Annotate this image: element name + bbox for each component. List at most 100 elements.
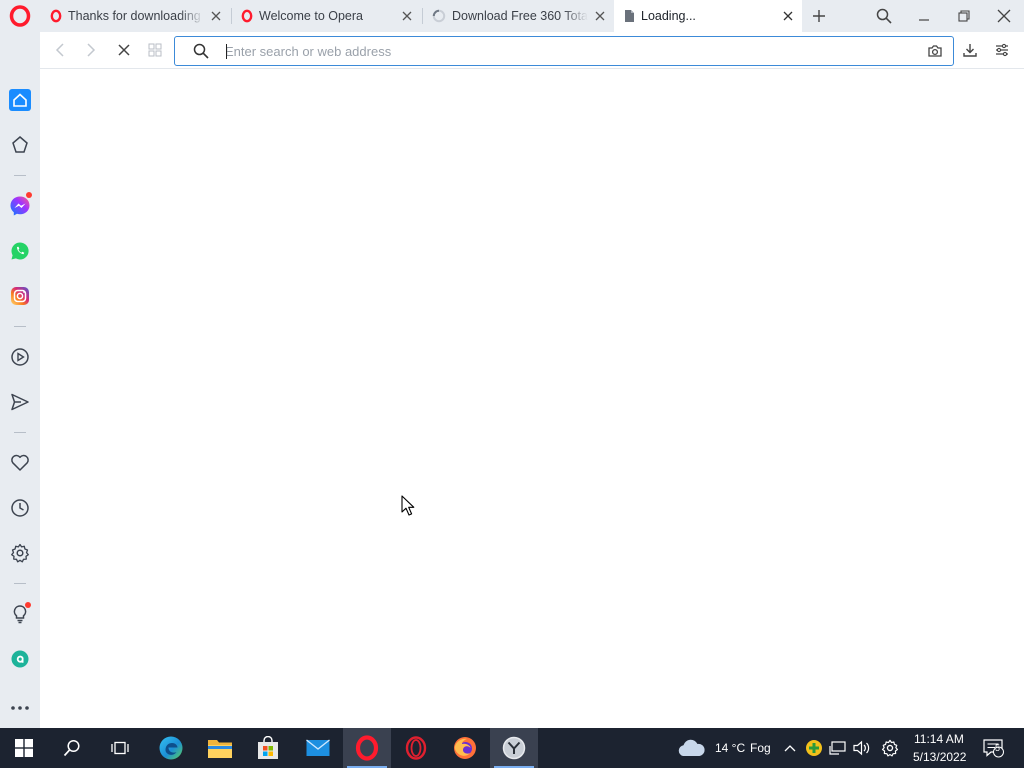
aria-icon[interactable] xyxy=(6,645,34,673)
close-icon xyxy=(997,9,1011,23)
tips-icon[interactable] xyxy=(6,600,34,628)
taskbar-clock-app[interactable] xyxy=(490,728,538,768)
sidebar xyxy=(0,32,40,728)
close-tab-icon[interactable] xyxy=(395,4,419,28)
download-icon xyxy=(963,44,977,57)
player-icon[interactable] xyxy=(6,343,34,371)
opera-logo-icon xyxy=(355,735,379,761)
more-icon[interactable] xyxy=(6,694,34,722)
clock-date[interactable]: 5/13/2022 xyxy=(913,750,966,764)
opera-menu-button[interactable] xyxy=(4,4,36,28)
text-caret xyxy=(226,44,227,59)
minimize-button[interactable] xyxy=(904,0,944,32)
home-icon[interactable] xyxy=(6,86,34,114)
tab-thanks-for-downloading[interactable]: Thanks for downloading Opera xyxy=(40,0,230,32)
tab-title: Loading... xyxy=(641,9,696,23)
opera-logo-icon xyxy=(405,736,427,760)
browser-toolbar xyxy=(40,32,1024,69)
tab-welcome-to-opera[interactable]: Welcome to Opera xyxy=(231,0,421,32)
search-icon xyxy=(193,43,209,64)
security-shield-tray-icon[interactable] xyxy=(804,738,824,758)
new-tab-button[interactable] xyxy=(799,0,839,32)
task-view-icon xyxy=(111,741,129,755)
taskbar-firefox[interactable] xyxy=(441,728,489,768)
opera-logo-icon xyxy=(50,9,62,23)
opera-logo-icon xyxy=(241,9,253,23)
stop-icon xyxy=(118,44,130,56)
mouse-pointer-icon xyxy=(401,495,415,522)
back-arrow-icon xyxy=(55,43,64,57)
forward-button[interactable] xyxy=(77,36,105,64)
settings-gear-tray-icon[interactable] xyxy=(880,738,900,758)
easy-setup-icon xyxy=(996,43,1008,57)
instagram-icon[interactable] xyxy=(6,282,34,310)
close-tab-icon[interactable] xyxy=(588,4,612,28)
taskbar-search-button[interactable] xyxy=(48,728,96,768)
clock-time[interactable]: 11:14 AM xyxy=(914,732,964,746)
forward-arrow-icon xyxy=(87,43,96,57)
sidebar-separator xyxy=(14,326,26,327)
address-bar[interactable] xyxy=(174,36,954,66)
easy-setup-button[interactable] xyxy=(988,36,1016,64)
windows-logo-icon xyxy=(15,739,33,757)
task-view-button[interactable] xyxy=(96,728,144,768)
weather-temperature[interactable]: 14 °C xyxy=(715,741,745,755)
restore-button[interactable] xyxy=(944,0,984,32)
volume-icon[interactable] xyxy=(852,738,872,758)
history-icon[interactable] xyxy=(6,494,34,522)
weather-condition[interactable]: Fog xyxy=(750,741,771,755)
taskbar-file-explorer[interactable] xyxy=(196,728,244,768)
edge-icon xyxy=(159,736,183,760)
stop-loading-button[interactable] xyxy=(110,36,138,64)
taskbar-opera-installer[interactable] xyxy=(392,728,440,768)
downloads-button[interactable] xyxy=(956,36,984,64)
loading-spinner-icon xyxy=(432,9,446,23)
windows-taskbar: 14 °C Fog 11:14 AM 5/13/2022 5 xyxy=(0,728,1024,768)
settings-icon[interactable] xyxy=(6,539,34,567)
tab-snapshot-button[interactable] xyxy=(141,36,169,64)
tab-strip: Thanks for downloading Opera Welcome to … xyxy=(0,0,1024,32)
tab-title: Welcome to Opera xyxy=(259,9,363,23)
address-input[interactable] xyxy=(225,41,885,61)
plus-icon xyxy=(813,10,825,22)
my-stuff-icon[interactable] xyxy=(6,449,34,477)
mail-icon xyxy=(306,739,330,756)
page-content-area[interactable] xyxy=(40,69,1024,728)
tab-search-button[interactable] xyxy=(864,0,904,32)
show-hidden-icons-chevron-icon[interactable] xyxy=(780,738,800,758)
tab-loading[interactable]: Loading... xyxy=(614,0,802,32)
sidebar-separator xyxy=(14,432,26,433)
clock-app-icon xyxy=(502,736,526,760)
notification-dot xyxy=(26,192,32,198)
firefox-icon xyxy=(454,737,476,759)
messenger-icon[interactable] xyxy=(6,192,34,220)
tab-download-360[interactable]: Download Free 360 Total Security xyxy=(422,0,614,32)
back-button[interactable] xyxy=(46,36,74,64)
start-button[interactable] xyxy=(0,728,48,768)
notification-count: 5 xyxy=(995,743,1001,753)
close-tab-icon[interactable] xyxy=(204,4,228,28)
taskbar-store[interactable] xyxy=(244,728,292,768)
minimize-icon xyxy=(919,19,929,21)
flow-icon[interactable] xyxy=(6,388,34,416)
whatsapp-icon[interactable] xyxy=(6,237,34,265)
tab-title: Thanks for downloading Opera xyxy=(68,9,204,23)
search-icon xyxy=(63,739,80,757)
notification-center-icon[interactable]: 5 xyxy=(982,738,1006,758)
taskbar-edge[interactable] xyxy=(147,728,195,768)
folder-icon xyxy=(208,740,232,758)
network-icon[interactable] xyxy=(828,738,848,758)
taskbar-mail[interactable] xyxy=(294,728,342,768)
taskbar-opera-active[interactable] xyxy=(343,728,391,768)
grid-icon xyxy=(148,43,162,57)
close-tab-icon[interactable] xyxy=(776,4,800,28)
sidebar-separator xyxy=(14,175,26,176)
close-window-button[interactable] xyxy=(984,0,1024,32)
weather-fog-icon[interactable] xyxy=(676,738,706,758)
snapshot-camera-icon[interactable] xyxy=(927,43,943,64)
notification-dot xyxy=(25,602,31,608)
page-icon xyxy=(625,10,634,22)
sidebar-separator xyxy=(14,583,26,584)
bookmarks-icon[interactable] xyxy=(6,131,34,159)
tab-title: Download Free 360 Total Security xyxy=(452,9,588,23)
